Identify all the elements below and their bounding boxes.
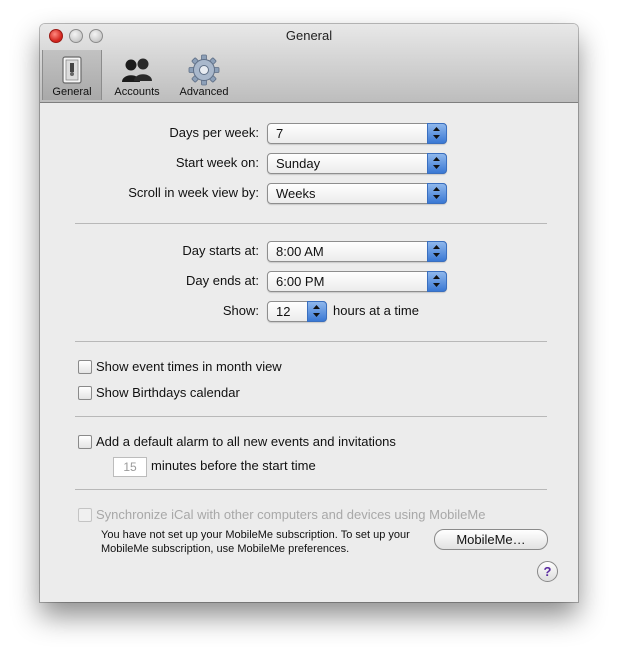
day-starts-label: Day starts at: bbox=[182, 243, 259, 258]
start-week-value: Sunday bbox=[276, 156, 321, 171]
toolbar-advanced-label: Advanced bbox=[179, 86, 229, 98]
day-ends-popup[interactable]: 6:00 PM bbox=[267, 271, 447, 292]
show-hours-popup[interactable]: 12 bbox=[267, 301, 327, 322]
popup-arrows-icon bbox=[427, 183, 447, 204]
separator bbox=[75, 416, 547, 417]
mobileme-sync-checkbox[interactable] bbox=[78, 508, 92, 522]
popup-arrows-icon bbox=[427, 123, 447, 144]
separator bbox=[75, 223, 547, 224]
scroll-week-popup[interactable]: Weeks bbox=[267, 183, 447, 204]
preferences-window: General General Accounts Advanced Days p… bbox=[40, 24, 578, 602]
event-times-row[interactable]: Show event times in month view bbox=[78, 358, 478, 376]
show-hours-suffix: hours at a time bbox=[333, 303, 419, 318]
toolbar-general[interactable]: General bbox=[42, 50, 102, 100]
toolbar-accounts[interactable]: Accounts bbox=[108, 50, 166, 100]
birthdays-label: Show Birthdays calendar bbox=[96, 385, 240, 400]
popup-arrows-icon bbox=[427, 241, 447, 262]
days-per-week-popup[interactable]: 7 bbox=[267, 123, 447, 144]
mobileme-sync-label: Synchronize iCal with other computers an… bbox=[96, 507, 486, 522]
event-times-label: Show event times in month view bbox=[96, 359, 282, 374]
popup-arrows-icon bbox=[307, 301, 327, 322]
show-hours-label: Show: bbox=[222, 303, 259, 318]
show-hours-value: 12 bbox=[276, 304, 291, 319]
popup-arrows-icon bbox=[427, 271, 447, 292]
toolbar-accounts-label: Accounts bbox=[114, 86, 160, 98]
gear-icon bbox=[188, 54, 220, 86]
default-alarm-checkbox[interactable] bbox=[78, 435, 92, 449]
mobileme-button[interactable]: MobileMe… bbox=[434, 529, 548, 550]
people-icon bbox=[122, 58, 152, 82]
day-starts-value: 8:00 AM bbox=[276, 244, 324, 259]
default-alarm-label: Add a default alarm to all new events an… bbox=[96, 434, 396, 449]
separator bbox=[75, 341, 547, 342]
start-week-label: Start week on: bbox=[175, 155, 259, 170]
days-per-week-value: 7 bbox=[276, 126, 284, 141]
birthdays-checkbox[interactable] bbox=[78, 386, 92, 400]
toolbar-general-label: General bbox=[52, 86, 92, 98]
alarm-minutes-suffix: minutes before the start time bbox=[151, 458, 316, 473]
toolbar-advanced[interactable]: Advanced bbox=[174, 50, 234, 100]
scroll-week-label: Scroll in week view by: bbox=[128, 185, 259, 200]
separator bbox=[75, 489, 547, 490]
mobileme-note-line2: MobileMe subscription, use MobileMe pref… bbox=[101, 543, 350, 555]
scroll-week-value: Weeks bbox=[276, 186, 316, 201]
alarm-minutes-field[interactable]: 15 bbox=[113, 457, 147, 477]
start-week-popup[interactable]: Sunday bbox=[267, 153, 447, 174]
mobileme-sync-row[interactable]: Synchronize iCal with other computers an… bbox=[78, 506, 548, 524]
days-per-week-label: Days per week: bbox=[169, 125, 259, 140]
mobileme-note-line1: You have not set up your MobileMe subscr… bbox=[101, 529, 410, 541]
default-alarm-row[interactable]: Add a default alarm to all new events an… bbox=[78, 433, 538, 451]
switch-icon bbox=[62, 56, 82, 84]
window-title: General bbox=[285, 28, 333, 43]
birthdays-row[interactable]: Show Birthdays calendar bbox=[78, 384, 478, 402]
day-starts-popup[interactable]: 8:00 AM bbox=[267, 241, 447, 262]
day-ends-label: Day ends at: bbox=[186, 273, 259, 288]
popup-arrows-icon bbox=[427, 153, 447, 174]
event-times-checkbox[interactable] bbox=[78, 360, 92, 374]
day-ends-value: 6:00 PM bbox=[276, 274, 325, 289]
titlebar: General General Accounts Advanced bbox=[40, 24, 578, 103]
help-button[interactable]: ? bbox=[537, 561, 558, 582]
